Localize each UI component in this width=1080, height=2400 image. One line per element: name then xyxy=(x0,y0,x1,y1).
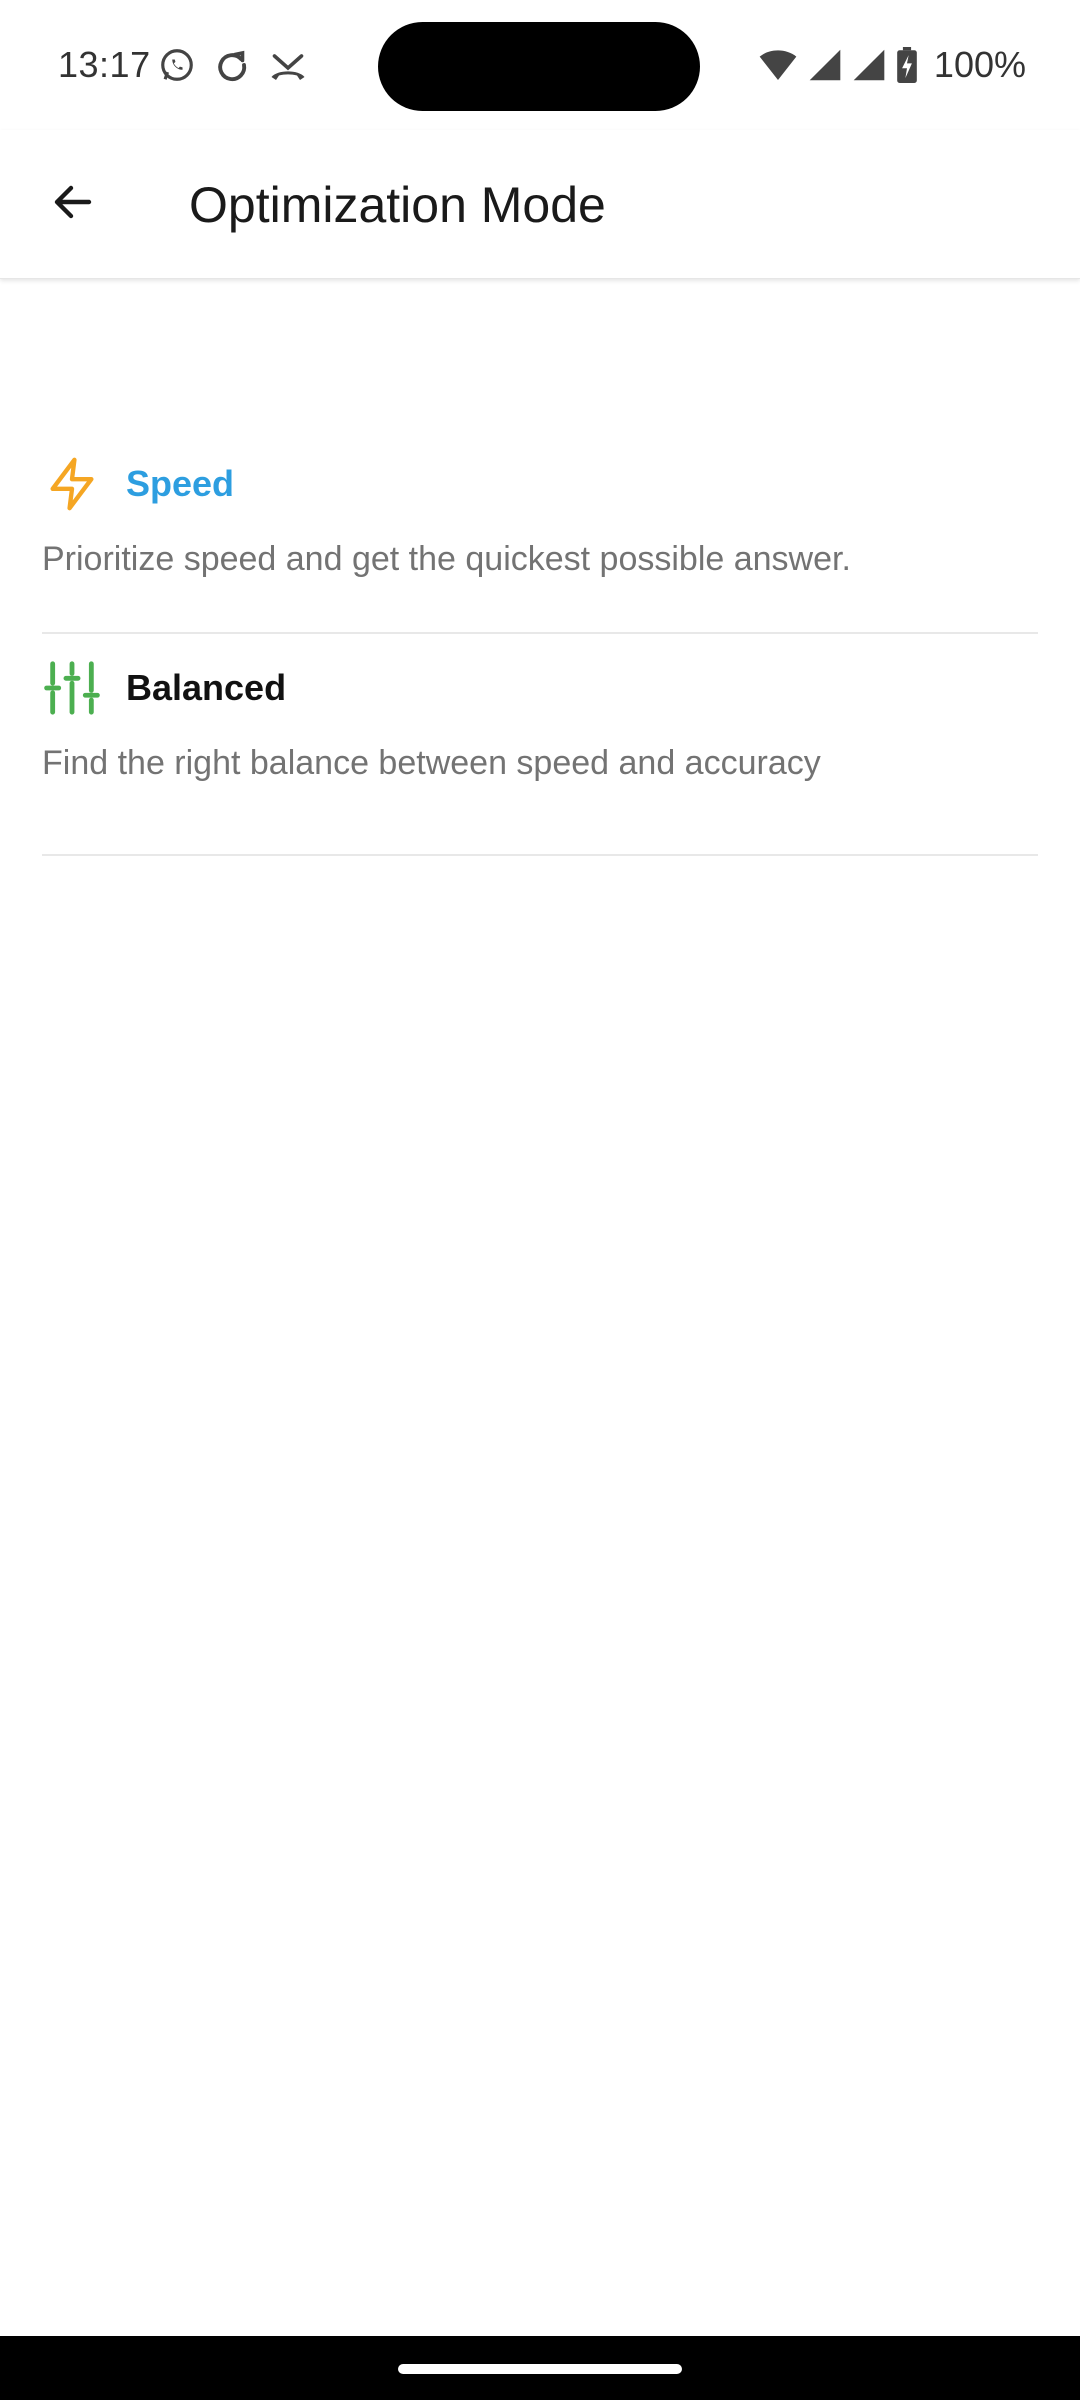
status-time: 13:17 xyxy=(58,44,151,85)
option-balanced-description: Find the right balance between speed and… xyxy=(42,744,821,782)
missed-call-icon xyxy=(268,47,308,83)
sliders-icon xyxy=(42,658,102,718)
page-title: Optimization Mode xyxy=(189,177,606,233)
back-button[interactable] xyxy=(28,164,118,244)
option-balanced[interactable]: Balanced Find the right balance between … xyxy=(42,634,1038,856)
option-speed[interactable]: Speed Prioritize speed and get the quick… xyxy=(42,430,1038,634)
status-notification-icons xyxy=(158,46,308,84)
optimization-mode-screen: 13:17 100% Optimization Mode Speed Prior… xyxy=(0,0,1080,2400)
navigation-bar xyxy=(0,2336,1080,2400)
sync-icon xyxy=(214,47,250,83)
battery-charging-icon xyxy=(896,47,918,83)
battery-percentage: 100% xyxy=(933,44,1026,85)
option-speed-description: Prioritize speed and get the quickest po… xyxy=(42,540,851,578)
option-balanced-title: Balanced xyxy=(126,667,287,708)
status-bar: 13:17 100% xyxy=(0,0,1080,130)
lightning-icon xyxy=(42,454,102,514)
app-bar: Optimization Mode xyxy=(0,130,1080,279)
signal-icon xyxy=(852,48,886,82)
wifi-icon xyxy=(758,48,798,82)
option-speed-header: Speed xyxy=(42,454,234,514)
camera-cutout xyxy=(378,22,700,111)
whatsapp-icon xyxy=(158,46,196,84)
option-balanced-header: Balanced xyxy=(42,658,286,718)
option-speed-title: Speed xyxy=(126,463,235,504)
arrow-left-icon xyxy=(49,178,97,231)
status-system-icons: 100% xyxy=(758,44,1026,86)
signal-icon xyxy=(808,48,842,82)
home-indicator[interactable] xyxy=(398,2364,682,2374)
optimization-option-list: Speed Prioritize speed and get the quick… xyxy=(42,430,1038,856)
